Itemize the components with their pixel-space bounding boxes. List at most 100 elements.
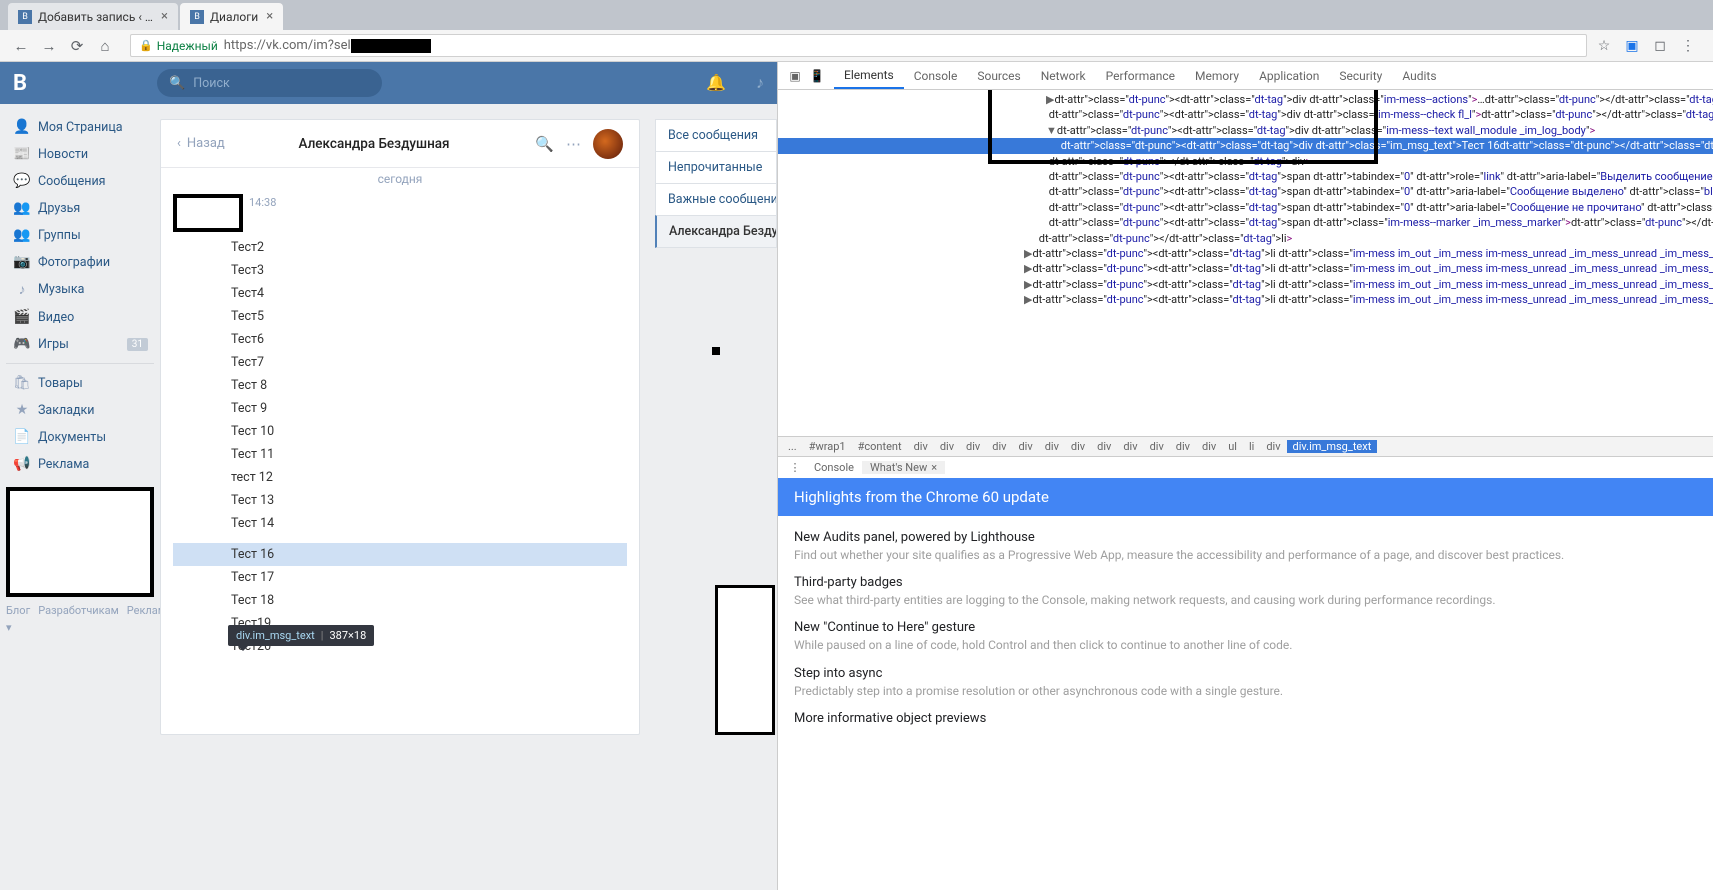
dom-node[interactable]: ▶dt-attr">class="dt-punc"><dt-attr">clas… (778, 277, 1713, 292)
breadcrumb-item[interactable]: div (934, 440, 960, 453)
browser-tab-active[interactable]: B Диалоги × (180, 3, 283, 30)
dom-node[interactable]: dt-attr">class="dt-punc"><dt-attr">class… (778, 169, 1713, 184)
dom-node[interactable]: dt-attr">class="dt-punc"><dt-attr">class… (778, 184, 1713, 199)
breadcrumb-item[interactable]: div (986, 440, 1012, 453)
breadcrumb-item[interactable]: div (1091, 440, 1117, 453)
close-icon[interactable]: × (931, 461, 937, 474)
nav-item[interactable]: 📰Новости (6, 141, 154, 167)
star-icon[interactable]: ☆ (1595, 37, 1613, 55)
message-text[interactable]: тест 12 (173, 466, 627, 489)
breadcrumb-item[interactable]: div (960, 440, 986, 453)
devtools-tab[interactable]: Audits (1392, 62, 1446, 89)
devtools-tab[interactable]: Network (1031, 62, 1096, 89)
message-text[interactable]: Тест 18 (173, 589, 627, 612)
devtools-tab[interactable]: Application (1249, 62, 1329, 89)
dom-node[interactable]: dt-attr">class="dt-punc"><dt-attr">class… (778, 215, 1713, 230)
breadcrumb-item[interactable]: div (1196, 440, 1222, 453)
breadcrumb-item[interactable]: li (1243, 440, 1260, 453)
dom-breadcrumb[interactable]: ...#wrap1#contentdivdivdivdivdivdivdivdi… (778, 436, 1713, 456)
breadcrumb-item[interactable]: #wrap1 (803, 440, 852, 453)
nav-item[interactable]: 💬Сообщения (6, 168, 154, 194)
devtools-tab[interactable]: Security (1329, 62, 1392, 89)
breadcrumb-item[interactable]: div (1144, 440, 1170, 453)
forward-button[interactable]: → (38, 35, 60, 57)
message-text[interactable] (173, 535, 627, 543)
reload-button[interactable]: ⟳ (66, 35, 88, 57)
extension-icon[interactable]: ▣ (1623, 37, 1641, 55)
dom-node[interactable]: ▶dt-attr">class="dt-punc"><dt-attr">clas… (778, 246, 1713, 261)
message-text[interactable]: Тест5 (173, 305, 627, 328)
drawer-tab-whatsnew[interactable]: What's New × (862, 461, 945, 474)
drawer-tab-console[interactable]: Console (806, 461, 862, 474)
breadcrumb-item[interactable]: div.im_msg_text (1287, 440, 1378, 453)
nav-item[interactable]: 👥Группы (6, 222, 154, 248)
message-text[interactable]: Тест 10 (173, 420, 627, 443)
nav-item[interactable]: ★Закладки (6, 397, 154, 423)
filter-item[interactable]: Александра Бездуш (655, 215, 777, 248)
breadcrumb-item[interactable]: div (1260, 440, 1286, 453)
search-icon[interactable]: 🔍 (535, 135, 554, 153)
dom-node[interactable]: dt-attr">class="dt-punc"><dt-attr">class… (778, 200, 1713, 215)
filter-item[interactable]: Непрочитанные (655, 151, 777, 184)
close-icon[interactable]: × (161, 9, 168, 24)
message-text[interactable]: Тест6 (173, 328, 627, 351)
message-text[interactable]: Тест 13 (173, 489, 627, 512)
notification-icon[interactable]: 🔔 (706, 73, 726, 93)
dom-node[interactable]: ▶dt-attr">class="dt-punc"><dt-attr">clas… (778, 261, 1713, 276)
elements-tree[interactable]: ▶dt-attr">class="dt-punc"><dt-attr">clas… (778, 90, 1713, 436)
devtools-tab[interactable]: Performance (1096, 62, 1185, 89)
vk-logo-icon[interactable]: B (13, 71, 27, 96)
dom-node[interactable]: ▶dt-attr">class="dt-punc"><dt-attr">clas… (778, 292, 1713, 307)
nav-item[interactable]: 🛍Товары (6, 370, 154, 396)
back-link[interactable]: ‹ Назад (177, 136, 225, 151)
message-text[interactable]: Тест 9 (173, 397, 627, 420)
breadcrumb-item[interactable]: div (908, 440, 934, 453)
breadcrumb-item[interactable]: ... (782, 440, 803, 453)
message-text[interactable]: Тест 14 (173, 512, 627, 535)
devtools-tab[interactable]: Console (904, 62, 968, 89)
message-text[interactable]: Тест4 (173, 282, 627, 305)
back-button[interactable]: ← (10, 35, 32, 57)
message-text[interactable]: Тест 16 (173, 543, 627, 566)
breadcrumb-item[interactable]: div (1170, 440, 1196, 453)
music-icon[interactable]: ♪ (756, 73, 764, 93)
message-text[interactable]: Тест 8 (173, 374, 627, 397)
ad-block[interactable] (6, 487, 154, 597)
menu-icon[interactable]: ⋮ (784, 461, 806, 474)
nav-item[interactable]: ♪Музыка (6, 276, 154, 303)
more-icon[interactable]: ⋯ (566, 135, 581, 153)
filter-item[interactable]: Все сообщения (655, 119, 777, 152)
menu-icon[interactable]: ⋮ (1679, 37, 1697, 55)
message-text[interactable]: Тест7 (173, 351, 627, 374)
breadcrumb-item[interactable]: #content (852, 440, 908, 453)
inspect-icon[interactable]: ▣ (784, 69, 806, 83)
avatar[interactable] (593, 129, 623, 159)
extension-icon[interactable]: ◻ (1651, 37, 1669, 55)
nav-item[interactable]: 📢Реклама (6, 451, 154, 477)
device-icon[interactable]: 📱 (806, 69, 828, 83)
breadcrumb-item[interactable]: div (1012, 440, 1038, 453)
filter-item[interactable]: Важные сообщения (655, 183, 777, 216)
breadcrumb-item[interactable]: ul (1222, 440, 1243, 453)
nav-item[interactable]: 👥Друзья (6, 195, 154, 221)
nav-item[interactable]: 🎮Игры31 (6, 331, 154, 357)
message-text[interactable]: Тест 17 (173, 566, 627, 589)
message-text[interactable]: Тест2 (173, 236, 627, 259)
nav-item[interactable]: 📷Фотографии (6, 249, 154, 275)
search-field[interactable] (193, 76, 370, 91)
message-text[interactable]: Тест3 (173, 259, 627, 282)
breadcrumb-item[interactable]: div (1039, 440, 1065, 453)
sender-avatar[interactable] (173, 194, 243, 232)
search-input[interactable]: 🔍 (157, 69, 382, 97)
breadcrumb-item[interactable]: div (1065, 440, 1091, 453)
home-button[interactable]: ⌂ (94, 35, 116, 57)
devtools-tab[interactable]: Memory (1185, 62, 1249, 89)
nav-item[interactable]: 📄Документы (6, 424, 154, 450)
devtools-tab[interactable]: Sources (967, 62, 1030, 89)
devtools-tab[interactable]: Elements (834, 62, 904, 89)
close-icon[interactable]: × (266, 9, 273, 24)
nav-item[interactable]: 🎬Видео (6, 304, 154, 330)
nav-item[interactable]: 👤Моя Страница (6, 114, 154, 140)
message-text[interactable]: Тест 11 (173, 443, 627, 466)
browser-tab[interactable]: B Добавить запись ‹ Мир × (8, 3, 178, 30)
